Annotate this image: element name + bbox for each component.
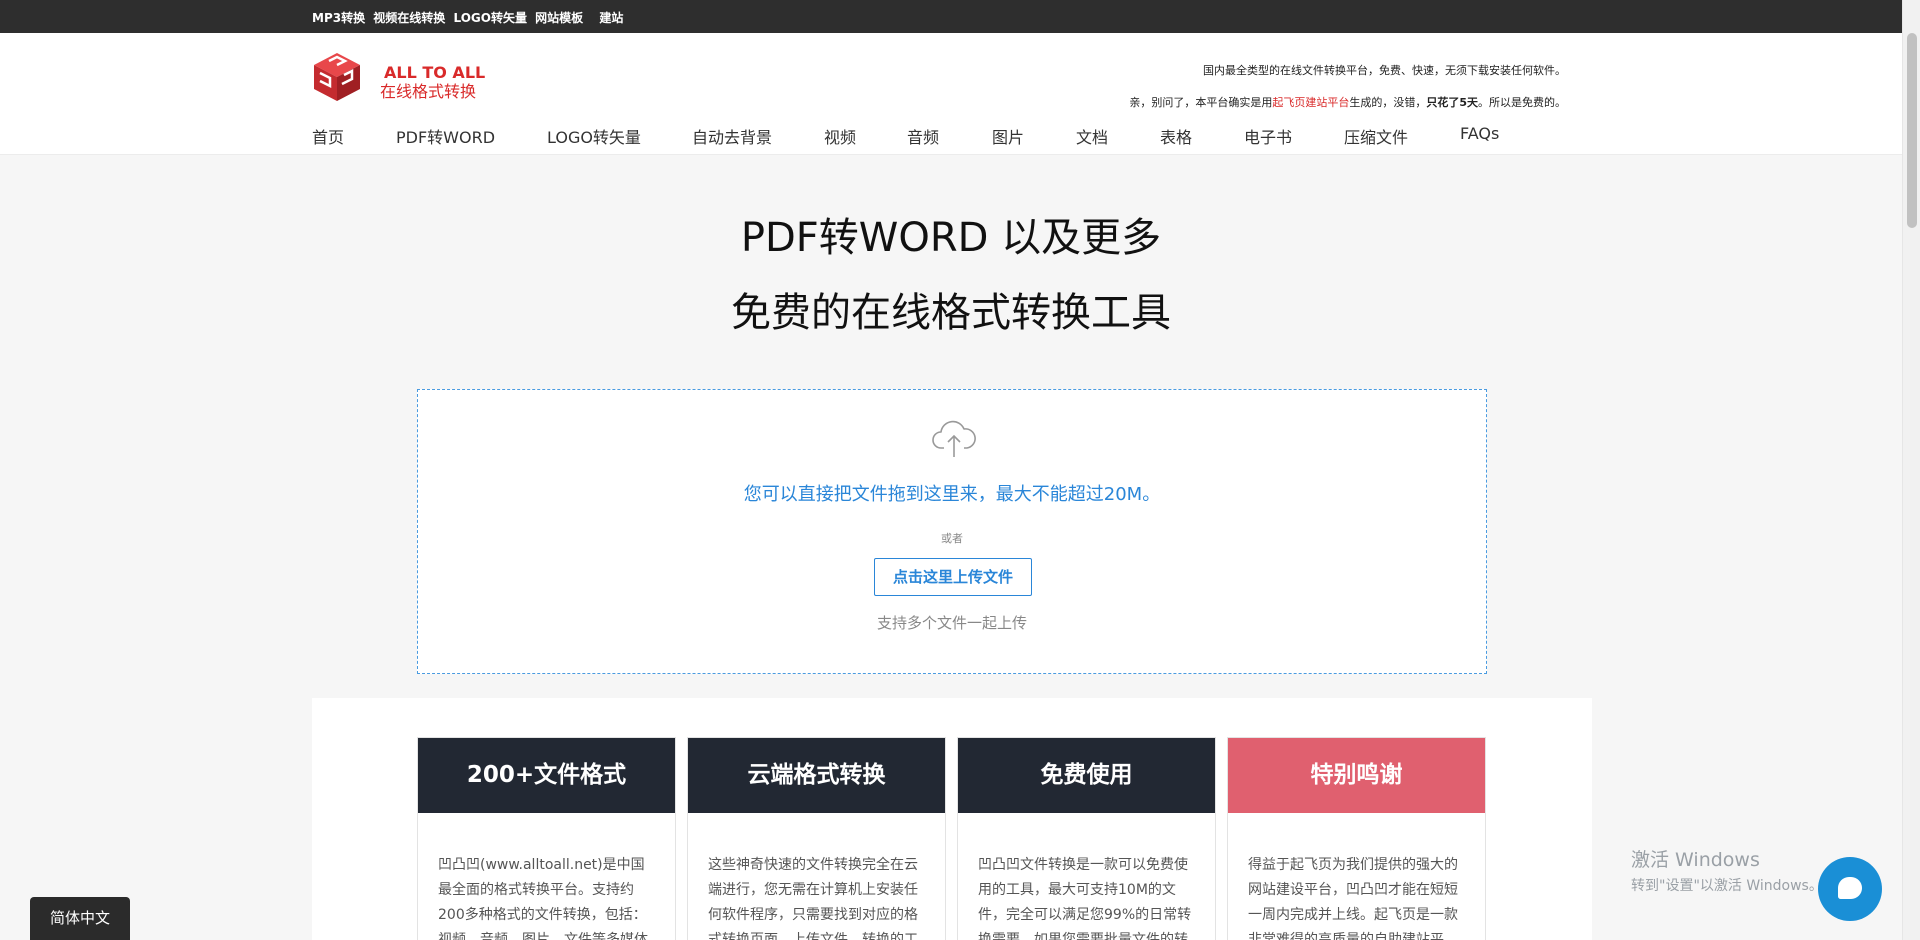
- feature-card-title: 云端格式转换: [688, 738, 945, 813]
- brand-name-en: ALL TO ALL: [384, 63, 486, 82]
- feature-card-title: 免费使用: [958, 738, 1215, 813]
- language-switch-button[interactable]: 简体中文: [30, 897, 130, 940]
- slogan-line-2: 亲，别问了，本平台确实是用起飞页建站平台生成的，没错，只花了5天。所以是免费的。: [1129, 87, 1566, 119]
- nav-item-archive[interactable]: 压缩文件: [1344, 124, 1408, 148]
- nav-item-spreadsheet[interactable]: 表格: [1160, 124, 1192, 148]
- feature-card-free: 免费使用 凹凸凹文件转换是一款可以免费使用的工具，最大可支持10M的文件，完全可…: [957, 737, 1216, 940]
- nav-item-audio[interactable]: 音频: [907, 124, 939, 148]
- top-bar: MP3转换 视频在线转换 LOGO转矢量 网站模板 建站: [0, 0, 1920, 33]
- scrollbar-thumb[interactable]: [1907, 33, 1917, 228]
- slogan-bold: 只花了5天: [1426, 96, 1478, 109]
- feature-card-title: 200+文件格式: [418, 738, 675, 813]
- feature-card-text: 凹凸凹(www.alltoall.net)是中国最全面的格式转换平台。支持约20…: [438, 857, 648, 940]
- slogan-link[interactable]: 起飞页建站平台: [1272, 96, 1349, 109]
- top-link-logo[interactable]: LOGO转矢量: [453, 11, 526, 25]
- site-header: ALL TO ALL 在线格式转换 国内最全类型的在线文件转换平台，免费、快速，…: [0, 33, 1902, 155]
- nav-item-video[interactable]: 视频: [824, 124, 856, 148]
- slogan: 国内最全类型的在线文件转换平台，免费、快速，无须下载安装任何软件。 亲，别问了，…: [1129, 55, 1566, 119]
- top-link-templates[interactable]: 网站模板: [535, 11, 583, 25]
- watermark-line-2: 转到"设置"以激活 Windows。: [1631, 878, 1823, 894]
- upload-dropzone[interactable]: 您可以直接把文件拖到这里来，最大不能超过20M。 或者 点击这里上传文件 支持多…: [417, 389, 1487, 674]
- feature-card-text: 凹凸凹文件转换是一款可以免费使用的工具，最大可支持10M的文件，完全可以满足您9…: [978, 857, 1192, 940]
- page-scrollbar[interactable]: [1902, 0, 1920, 940]
- brand-name[interactable]: ALL TO ALL 在线格式转换: [380, 63, 485, 101]
- nav-item-remove-bg[interactable]: 自动去背景: [692, 124, 772, 148]
- watermark-line-1: 激活 Windows: [1631, 849, 1760, 871]
- top-link-video[interactable]: 视频在线转换: [373, 11, 445, 25]
- nav-item-pdf-to-word[interactable]: PDF转WORD: [396, 124, 495, 148]
- feature-card-formats: 200+文件格式 凹凸凹(www.alltoall.net)是中国最全面的格式转…: [417, 737, 676, 940]
- nav-item-home[interactable]: 首页: [312, 124, 344, 148]
- top-links: MP3转换 视频在线转换 LOGO转矢量 网站模板 建站: [312, 9, 627, 26]
- chat-bubble-icon: [1838, 877, 1862, 899]
- slogan-mid: 生成的，没错，: [1349, 96, 1427, 109]
- nav-item-ebook[interactable]: 电子书: [1244, 124, 1292, 148]
- nav-item-document[interactable]: 文档: [1076, 124, 1108, 148]
- feature-card-cloud: 云端格式转换 这些神奇快速的文件转换完全在云端进行，您无需在计算机上安装任何软件…: [687, 737, 946, 940]
- hero-title-2: 免费的在线格式转换工具: [731, 290, 1171, 336]
- drag-hint: 您可以直接把文件拖到这里来，最大不能超过20M。: [743, 484, 1161, 505]
- top-link-build[interactable]: 建站: [599, 11, 623, 25]
- slogan-pre: 亲，别问了，本平台确实是用: [1129, 96, 1273, 109]
- upload-file-button[interactable]: 点击这里上传文件: [874, 558, 1032, 596]
- slogan-post: 。所以是免费的。: [1478, 96, 1566, 109]
- slogan-line-1: 国内最全类型的在线文件转换平台，免费、快速，无须下载安装任何软件。: [1203, 64, 1566, 77]
- multi-upload-hint: 支持多个文件一起上传: [876, 614, 1027, 632]
- feature-card-thanks: 特别鸣谢 得益于起飞页为我们提供的强大的网站建设平台，凹凸凹才能在短短一周内完成…: [1227, 737, 1486, 940]
- brand-name-cn: 在线格式转换: [380, 82, 477, 101]
- nav-item-logo-vector[interactable]: LOGO转矢量: [547, 124, 641, 148]
- or-separator: 或者: [941, 532, 963, 545]
- logo-cube-icon[interactable]: [312, 51, 362, 103]
- chat-button[interactable]: [1818, 857, 1882, 921]
- feature-card-text: 这些神奇快速的文件转换完全在云端进行，您无需在计算机上安装任何软件程序，只需要找…: [708, 857, 918, 940]
- windows-activation-watermark: 激活 Windows 转到"设置"以激活 Windows。: [1631, 845, 1823, 895]
- feature-card-title: 特别鸣谢: [1228, 738, 1485, 813]
- top-link-mp3[interactable]: MP3转换: [312, 11, 365, 25]
- nav-item-image[interactable]: 图片: [992, 124, 1024, 148]
- cloud-upload-icon: [932, 420, 976, 457]
- nav-item-faqs[interactable]: FAQs: [1460, 124, 1499, 143]
- feature-card-text: 得益于起飞页为我们提供的强大的网站建设平台，凹凸凹才能在短短一周内完成并上线。起…: [1248, 857, 1458, 940]
- hero-title-1: PDF转WORD 以及更多: [740, 215, 1162, 261]
